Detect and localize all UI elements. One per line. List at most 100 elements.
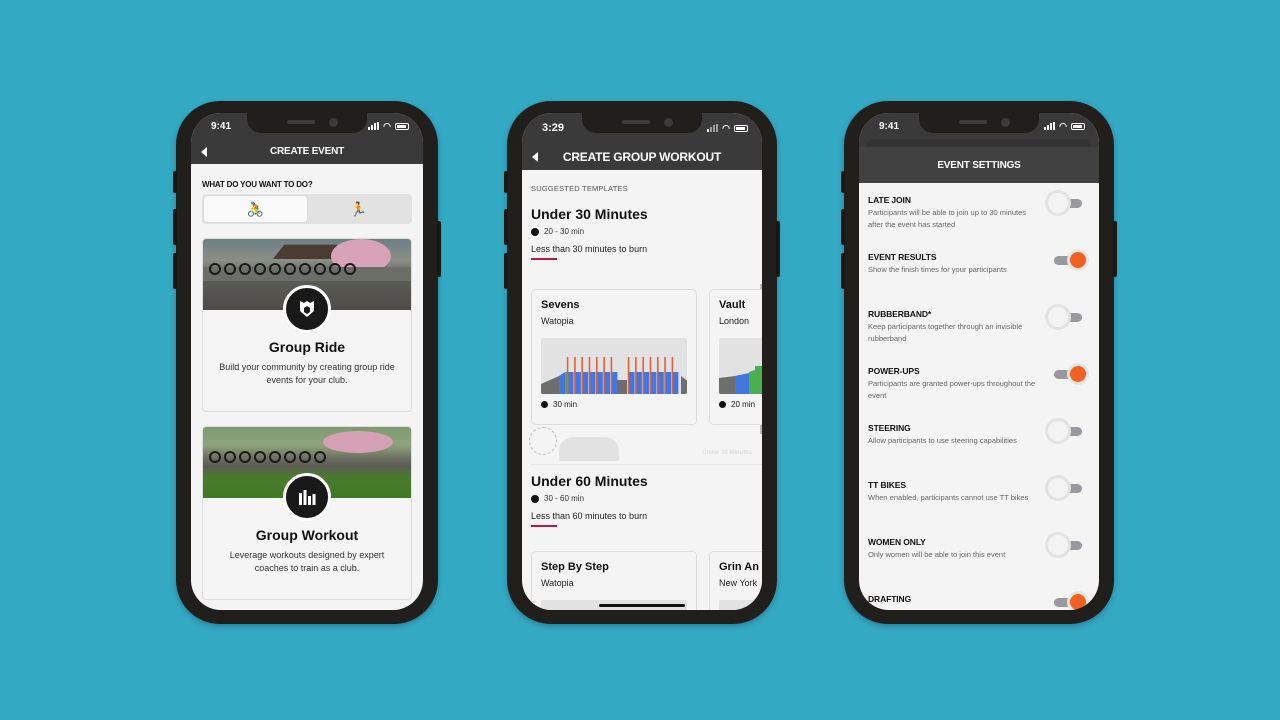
- modal-sheet-edge: [859, 139, 1099, 147]
- setting-toggle[interactable]: [1048, 307, 1082, 327]
- interval-spike: [671, 357, 674, 394]
- home-indicator[interactable]: [599, 604, 685, 607]
- setting-row: POWER-UPS Participants are granted power-…: [868, 354, 1090, 411]
- card-title: Group Ride: [268, 339, 346, 355]
- notch: [582, 113, 702, 133]
- setting-toggle[interactable]: [1048, 421, 1082, 441]
- group-workout-card[interactable]: Group Workout Leverage workouts designed…: [202, 426, 412, 600]
- wifi-icon: ◠: [722, 122, 730, 133]
- duration-text: 20 min: [731, 400, 756, 409]
- back-icon[interactable]: [201, 146, 207, 157]
- wifi-icon: ◠: [1059, 120, 1067, 131]
- setting-description: Keep participants together through an in…: [868, 322, 1023, 343]
- phone-create-event: 9:41 ◠ CREATE EVENT WHAT DO YOU WANT TO …: [173, 101, 441, 624]
- page-title: CREATE GROUP WORKOUT: [562, 149, 722, 164]
- status-icons: ◠: [707, 123, 748, 134]
- recovery-block: [575, 372, 581, 394]
- status-icons: ◠: [368, 121, 409, 132]
- interval-spike: [588, 357, 591, 394]
- setting-toggle[interactable]: [1052, 252, 1086, 268]
- section-title: Under 30 Minutes: [531, 206, 648, 222]
- phone-create-group-workout: 3:29 ◠ CREATE GROUP WORKOUT SUGGESTED TE…: [504, 101, 780, 624]
- setting-row: DRAFTING: [868, 582, 1090, 610]
- template-card-step-by-step[interactable]: Step By Step Watopia: [531, 551, 697, 610]
- setting-toggle[interactable]: [1048, 478, 1082, 498]
- duration-range: 30 - 60 min: [531, 494, 762, 503]
- template-name: Step By Step: [541, 561, 609, 573]
- setting-toggle[interactable]: [1048, 535, 1082, 555]
- toggle-knob: [1048, 193, 1068, 213]
- section-under-30: Under 30 Minutes 20 - 30 min Less than 3…: [529, 206, 762, 465]
- phone-side-button: [1113, 221, 1117, 277]
- template-card-sevens[interactable]: Sevens Watopia 30 min: [531, 289, 697, 425]
- status-bar: 9:41 ◠: [191, 113, 423, 139]
- setting-toggle[interactable]: [1052, 594, 1086, 610]
- interval-spike: [642, 357, 644, 394]
- workout-profile-chart: [541, 338, 687, 394]
- notch: [247, 113, 367, 133]
- phone-side-button: [841, 209, 845, 245]
- group-ride-card[interactable]: Group Ride Build your community by creat…: [202, 238, 412, 412]
- battery-icon: [1071, 122, 1085, 130]
- segment-running[interactable]: 🏃: [307, 196, 410, 222]
- toggle-knob: [1070, 366, 1086, 382]
- recovery-block: [589, 372, 596, 394]
- phone-side-button: [776, 221, 780, 277]
- interval-spike: [657, 357, 659, 394]
- interval-spike: [574, 357, 576, 394]
- interval-spike: [649, 357, 652, 394]
- setting-row: TT BIKES When enabled, participants canno…: [868, 468, 1090, 525]
- notch: [919, 113, 1039, 133]
- setting-row: RUBBERBAND* Keep participants together th…: [868, 297, 1090, 354]
- section-watermark: Under 30 Minutes: [701, 450, 752, 456]
- setting-toggle[interactable]: [1052, 366, 1086, 382]
- template-carousel[interactable]: Sevens Watopia 30 min Vault London 20 mi…: [531, 289, 762, 425]
- setting-row: EVENT RESULTS Show the finish times for y…: [868, 240, 1090, 297]
- setting-description: Participants are granted power-ups throu…: [868, 379, 1036, 400]
- template-world: Watopia: [541, 316, 574, 326]
- section-under-60: Under 60 Minutes 30 - 60 min Less than 6…: [531, 473, 762, 610]
- setting-row: LATE JOIN Participants will be able to jo…: [868, 183, 1090, 240]
- status-bar: 9:41 ◠: [859, 113, 1099, 139]
- battery-icon: [734, 124, 748, 132]
- screen: 9:41 ◠ EVENT SETTINGS LATE JOIN Participa…: [859, 113, 1099, 610]
- setting-description: Only women will be able to join this eve…: [868, 550, 1006, 559]
- phone-side-button: [504, 253, 508, 289]
- card-description: Build your community by creating group r…: [219, 362, 395, 385]
- wifi-icon: ◠: [383, 120, 391, 131]
- setting-toggle[interactable]: [1048, 193, 1082, 213]
- segment-cycling[interactable]: 🚴: [204, 196, 307, 222]
- stopwatch-icon: [531, 227, 539, 236]
- toggle-knob: [1048, 535, 1068, 555]
- sevens-profile: [541, 357, 687, 394]
- page-title: EVENT SETTINGS: [937, 159, 1021, 171]
- interval-spike: [603, 357, 605, 394]
- back-icon[interactable]: [532, 151, 538, 162]
- status-time: 9:41: [211, 120, 232, 132]
- phone-side-button: [173, 253, 177, 289]
- recovery-block: [597, 372, 603, 394]
- template-card-vault[interactable]: Vault London 20 min: [709, 289, 762, 425]
- phone-side-button: [841, 171, 845, 193]
- nav-bar: EVENT SETTINGS: [859, 147, 1099, 183]
- setting-row: STEERING Allow participants to use steeri…: [868, 411, 1090, 468]
- setting-description: Allow participants to use steering capab…: [868, 436, 1017, 445]
- section-description: Less than 60 minutes to burn: [531, 511, 648, 521]
- nav-bar: CREATE GROUP WORKOUT: [522, 143, 762, 170]
- signal-icon: [368, 122, 380, 130]
- section-description: Less than 30 minutes to burn: [531, 244, 648, 254]
- signal-icon: [1044, 122, 1056, 130]
- recovery-block: [611, 372, 618, 394]
- setting-row: WOMEN ONLY Only women will be able to joi…: [868, 525, 1090, 582]
- section-label: SUGGESTED TEMPLATES: [531, 184, 628, 193]
- toggle-knob: [1070, 252, 1086, 268]
- screen: 9:41 ◠ CREATE EVENT WHAT DO YOU WANT TO …: [191, 113, 423, 610]
- workout-profile-chart: [719, 600, 762, 610]
- page-title: CREATE EVENT: [269, 146, 345, 157]
- template-carousel[interactable]: Step By Step Watopia Grin An New York: [531, 551, 762, 610]
- recovery-block: [629, 372, 635, 394]
- card-description: Leverage workouts designed by expert coa…: [229, 550, 385, 573]
- stopwatch-icon: [719, 401, 726, 408]
- template-card-grin-and[interactable]: Grin An New York: [709, 551, 762, 610]
- settings-list: LATE JOIN Participants will be able to jo…: [859, 183, 1099, 610]
